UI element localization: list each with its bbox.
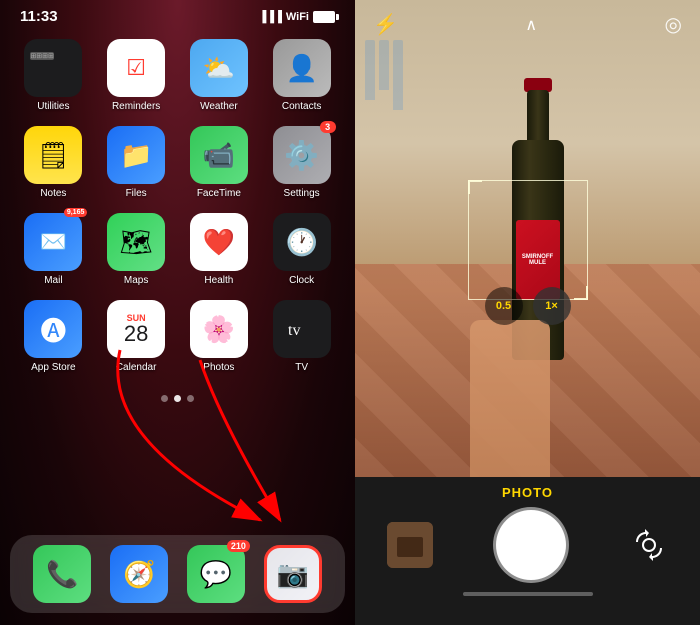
background-bottles (365, 40, 403, 110)
photo-thumbnail[interactable] (387, 522, 433, 568)
notes-icon[interactable]: 🗒 (24, 126, 82, 184)
signal-icon: ▐▐▐ (258, 11, 281, 23)
status-time: 11:33 (20, 8, 58, 25)
utilities-label: Utilities (37, 101, 69, 112)
camera-bottom-bar: PHOTO (355, 477, 700, 625)
files-icon[interactable]: 📁 (107, 126, 165, 184)
app-mail[interactable]: ✉️ 9,165 Mail (16, 213, 91, 286)
app-maps[interactable]: 🗺 Maps (99, 213, 174, 286)
svg-text:tv: tv (288, 322, 300, 339)
wifi-icon: WiFi (286, 11, 309, 23)
clock-label: Clock (289, 275, 314, 286)
reminders-icon[interactable]: ☑ (107, 39, 165, 97)
status-icons: ▐▐▐ WiFi (258, 11, 335, 23)
reminders-label: Reminders (112, 101, 160, 112)
zoom-1x-button[interactable]: 1× (533, 287, 571, 325)
weather-label: Weather (200, 101, 238, 112)
dock: 📞 🧭 💬 210 📷 (10, 535, 345, 613)
clock-icon[interactable]: 🕐 (273, 213, 331, 271)
focus-box (468, 180, 588, 300)
health-label: Health (204, 275, 233, 286)
dot-3 (187, 395, 194, 402)
mail-icon[interactable]: ✉️ 9,165 (24, 213, 82, 271)
app-clock[interactable]: 🕐 Clock (264, 213, 339, 286)
flash-icon[interactable]: ⚡ (373, 12, 398, 37)
app-contacts[interactable]: 👤 Contacts (264, 39, 339, 112)
bg-bottle-1 (365, 40, 375, 100)
appstore-label: App Store (31, 362, 75, 373)
chevron-up-icon[interactable]: ∧ (525, 15, 537, 35)
page-dots (0, 387, 355, 410)
dock-camera[interactable]: 📷 (264, 545, 322, 603)
dock-messages[interactable]: 💬 210 (187, 545, 245, 603)
camera-mode-label: PHOTO (502, 485, 553, 500)
mail-badge: 9,165 (64, 208, 88, 217)
health-icon[interactable]: ❤️ (190, 213, 248, 271)
app-health[interactable]: ❤️ Health (182, 213, 257, 286)
maps-label: Maps (124, 275, 148, 286)
dock-phone[interactable]: 📞 (33, 545, 91, 603)
battery-icon (313, 11, 335, 23)
camera-viewfinder[interactable]: SMIRNOFFMULE ⚡ ∧ ◎ 0.5 1× (355, 0, 700, 480)
app-photos[interactable]: 🌸 Photos (182, 300, 257, 373)
bg-bottle-3 (393, 40, 403, 110)
settings-badge: 3 (320, 121, 336, 133)
settings-icon[interactable]: ⚙️ 3 (273, 126, 331, 184)
app-files[interactable]: 📁 Files (99, 126, 174, 199)
camera-screen: SMIRNOFFMULE ⚡ ∧ ◎ 0.5 1× PHOTO (355, 0, 700, 625)
maps-icon[interactable]: 🗺 (107, 213, 165, 271)
weather-icon[interactable]: ⛅ (190, 39, 248, 97)
zoom-controls: 0.5 1× (355, 287, 700, 325)
camera-controls-row (355, 510, 700, 580)
contacts-label: Contacts (282, 101, 321, 112)
app-tv[interactable]: tv TV (264, 300, 339, 373)
appstore-icon[interactable]: 🅐 (24, 300, 82, 358)
app-appstore[interactable]: 🅐 App Store (16, 300, 91, 373)
messages-badge: 210 (227, 540, 250, 552)
app-weather[interactable]: ⛅ Weather (182, 39, 257, 112)
calendar-label: Calendar (116, 362, 157, 373)
app-settings[interactable]: ⚙️ 3 Settings (264, 126, 339, 199)
files-label: Files (126, 188, 147, 199)
app-grid: ⊞⊞⊞⊞ Utilities ☑ Reminders ⛅ Weather 👤 C… (0, 29, 355, 383)
utilities-icon[interactable]: ⊞⊞⊞⊞ (24, 39, 82, 97)
dock-safari[interactable]: 🧭 (110, 545, 168, 603)
tv-label: TV (295, 362, 308, 373)
shutter-button[interactable] (496, 510, 566, 580)
app-reminders[interactable]: ☑ Reminders (99, 39, 174, 112)
dot-1 (161, 395, 168, 402)
dot-2 (174, 395, 181, 402)
zoom-0.5-button[interactable]: 0.5 (485, 287, 523, 325)
facetime-label: FaceTime (197, 188, 241, 199)
app-facetime[interactable]: 📹 FaceTime (182, 126, 257, 199)
settings-label: Settings (284, 188, 320, 199)
home-indicator (463, 592, 593, 596)
facetime-icon[interactable]: 📹 (190, 126, 248, 184)
tv-icon[interactable]: tv (273, 300, 331, 358)
status-bar: 11:33 ▐▐▐ WiFi (0, 0, 355, 29)
mail-label: Mail (44, 275, 62, 286)
photos-label: Photos (203, 362, 234, 373)
live-photo-icon[interactable]: ◎ (665, 12, 682, 37)
app-utilities[interactable]: ⊞⊞⊞⊞ Utilities (16, 39, 91, 112)
hand (470, 320, 550, 480)
camera-top-bar: ⚡ ∧ ◎ (355, 0, 700, 49)
app-calendar[interactable]: SUN 28 Calendar (99, 300, 174, 373)
photos-icon[interactable]: 🌸 (190, 300, 248, 358)
contacts-icon[interactable]: 👤 (273, 39, 331, 97)
app-notes[interactable]: 🗒 Notes (16, 126, 91, 199)
notes-label: Notes (40, 188, 66, 199)
flip-camera-button[interactable] (629, 525, 669, 565)
calendar-icon[interactable]: SUN 28 (107, 300, 165, 358)
iphone-home-screen: 11:33 ▐▐▐ WiFi ⊞⊞⊞⊞ Utilities ☑ Reminder… (0, 0, 355, 625)
